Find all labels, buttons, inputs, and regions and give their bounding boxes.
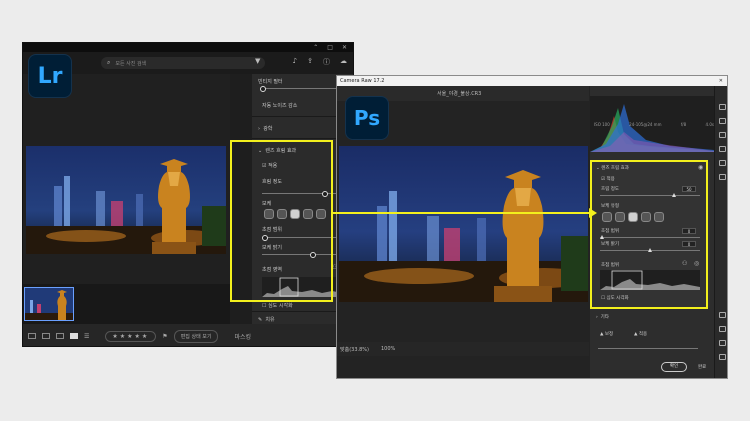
sampler-tool-icon[interactable] xyxy=(719,340,726,346)
cr-window-title: Camera Raw 17.2 xyxy=(340,78,385,84)
lr-lens-blur-highlight xyxy=(230,140,333,302)
search-input[interactable]: ⌕ 모든 사진 검색 xyxy=(101,57,265,69)
ok-button[interactable]: 확인 xyxy=(661,362,687,372)
lr-top-icons: ♪ ⇪ ⓘ ☁ xyxy=(293,57,347,67)
maximize-icon[interactable]: □ xyxy=(327,43,333,52)
lr-auto-noise-label: 자동 노이즈 감소 xyxy=(262,103,298,109)
lr-top-bar: ⌕ 모든 사진 검색 ▼ ♪ ⇪ ⓘ ☁ xyxy=(23,52,353,74)
cr-filename: 서울_야경_불상.CR3 xyxy=(437,91,482,97)
connector-arrow-head xyxy=(589,208,597,218)
cr-bottom-bar: 맞춤(33.8%) 100% xyxy=(337,342,589,356)
cr-tool-strip xyxy=(714,86,727,378)
eraser-tool-icon[interactable] xyxy=(719,132,726,138)
loupe-view-icon[interactable] xyxy=(70,333,78,339)
crop-tool-icon[interactable] xyxy=(719,118,726,124)
notification-icon[interactable]: ♪ xyxy=(293,57,297,67)
sort-icon[interactable]: ☰ xyxy=(84,333,89,340)
sub-right-label: 적용 xyxy=(638,332,648,337)
close-icon[interactable]: ✕ xyxy=(342,43,347,52)
exif-aperture: f/8 xyxy=(680,122,687,127)
lr-filmstrip xyxy=(23,284,230,324)
edit-tool-icon[interactable] xyxy=(719,104,726,110)
lr-masking-label[interactable]: 마스킹 xyxy=(234,332,251,341)
hand-tool-icon[interactable] xyxy=(719,326,726,332)
redeye-tool-icon[interactable] xyxy=(719,160,726,166)
lr-section-healing[interactable]: ✎ 치유 xyxy=(258,316,275,323)
cr-title-bar: Camera Raw 17.2 ✕ xyxy=(337,76,727,86)
search-icon: ⌕ xyxy=(107,59,111,66)
visualize-depth-label: 심도 시각화 xyxy=(268,303,293,309)
info-icon[interactable]: ⓘ xyxy=(323,57,330,67)
lr-window-controls: ⌃ □ ✕ xyxy=(313,43,347,52)
night-city-photo xyxy=(339,146,588,302)
grid-view-icon[interactable] xyxy=(28,333,36,339)
lr-vintage-label: 빈티지 필터 xyxy=(258,79,283,85)
close-icon[interactable]: ✕ xyxy=(719,76,723,86)
slider-knob[interactable] xyxy=(260,85,266,92)
flag-icon[interactable]: ⚑ xyxy=(162,333,167,340)
filter-icon[interactable]: ▼ xyxy=(255,57,260,65)
photoshop-logo: Ps xyxy=(345,96,389,140)
filmstrip-thumbnail[interactable] xyxy=(24,287,74,321)
exif-shutter: 4.0s xyxy=(705,122,714,127)
compare-icon[interactable] xyxy=(56,333,64,339)
done-button[interactable]: 완료 xyxy=(698,364,706,370)
cr-sub-left[interactable]: ▲ 보정 xyxy=(600,331,613,337)
lr-bottom-bar: ☰ ★★★★★ ⚑ 편집 상태 보기 마스킹 xyxy=(23,324,353,346)
thumbnail-image xyxy=(25,288,73,320)
zoom-100-dropdown[interactable]: 100% xyxy=(381,346,395,352)
cr-section-other[interactable]: › 기타 xyxy=(596,314,609,320)
cr-exif-labels: ISO 100 24-105@24 mm f/8 4.0s xyxy=(594,122,714,127)
night-city-photo xyxy=(26,146,226,254)
zoom-fit-dropdown[interactable]: 맞춤(33.8%) xyxy=(340,346,369,353)
share-icon[interactable]: ⇪ xyxy=(307,57,313,67)
lr-title-bar: ⌃ □ ✕ xyxy=(23,43,353,52)
edit-status-button[interactable]: 편집 상태 보기 xyxy=(173,329,219,343)
search-placeholder: 모든 사진 검색 xyxy=(115,60,147,67)
cloud-icon[interactable]: ☁ xyxy=(340,57,347,67)
exif-lens: 24-105@24 mm xyxy=(629,122,662,127)
connector-arrow-line xyxy=(332,212,591,214)
lr-section-optics[interactable]: › 광학 xyxy=(258,125,272,132)
cr-lens-blur-highlight xyxy=(590,160,708,309)
section-title: 기타 xyxy=(600,315,609,320)
exif-iso: ISO 100 xyxy=(594,122,610,127)
section-title: 치유 xyxy=(265,317,275,323)
minimize-icon[interactable]: ⌃ xyxy=(313,43,318,52)
rating-stars[interactable]: ★★★★★ xyxy=(105,330,157,342)
sub-left-label: 보정 xyxy=(604,332,614,337)
lightroom-logo: Lr xyxy=(28,54,72,98)
lr-visualize-depth[interactable]: ☐ 심도 시각화 xyxy=(262,302,293,309)
square-grid-icon[interactable] xyxy=(42,333,50,339)
presets-tool-icon[interactable] xyxy=(719,174,726,180)
mask-tool-icon[interactable] xyxy=(719,146,726,152)
cr-sub-right[interactable]: ▲ 적용 xyxy=(634,331,647,337)
section-title: 광학 xyxy=(263,126,273,132)
cr-extra-slider[interactable] xyxy=(598,348,698,349)
cr-main-photo[interactable] xyxy=(339,146,588,302)
grid-tool-icon[interactable] xyxy=(719,354,726,360)
zoom-tool-icon[interactable] xyxy=(719,312,726,318)
lr-main-photo[interactable] xyxy=(26,146,226,254)
